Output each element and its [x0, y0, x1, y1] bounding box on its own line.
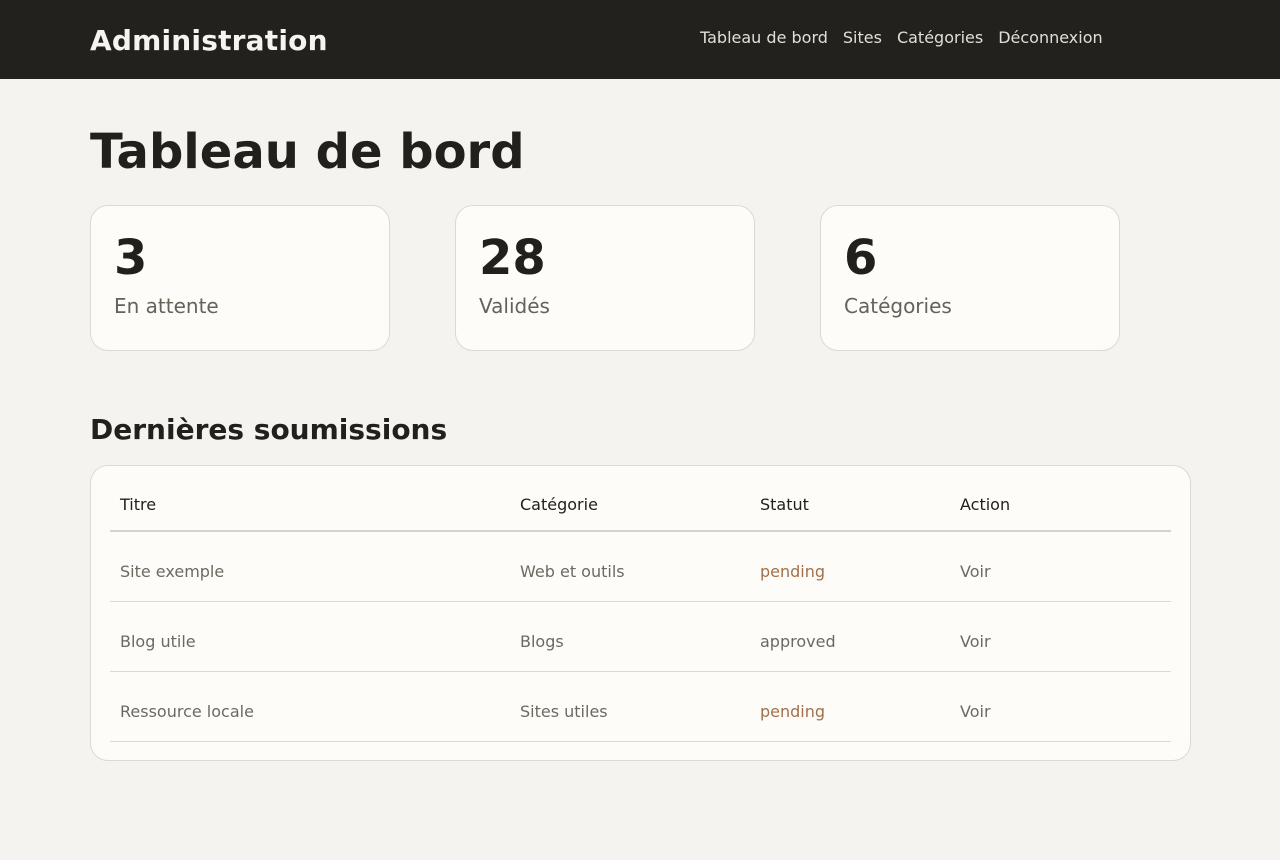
section-title: Dernières soumissions: [90, 413, 448, 446]
view-link[interactable]: Voir: [960, 562, 991, 581]
brand-title: Administration: [90, 24, 328, 57]
nav-link-dashboard[interactable]: Tableau de bord: [700, 28, 828, 47]
stat-value: 6: [844, 230, 878, 286]
stat-card-pending: 3 En attente: [90, 205, 390, 351]
nav-link-logout[interactable]: Déconnexion: [998, 28, 1102, 47]
stat-value: 28: [479, 230, 546, 286]
top-navbar: Administration Tableau de bord Sites Cat…: [0, 0, 1280, 79]
row-title: Blog utile: [120, 632, 196, 651]
view-link[interactable]: Voir: [960, 702, 991, 721]
nav-link-sites[interactable]: Sites: [843, 28, 882, 47]
stat-label: Catégories: [844, 294, 952, 318]
stat-label: Validés: [479, 294, 550, 318]
stat-label: En attente: [114, 294, 219, 318]
page-title: Tableau de bord: [90, 124, 525, 180]
row-status: approved: [760, 632, 836, 651]
column-header-action: Action: [960, 495, 1011, 514]
column-header-category: Catégorie: [520, 495, 598, 514]
submissions-table: Titre Catégorie Statut Action Site exemp…: [90, 465, 1191, 761]
column-header-status: Statut: [760, 495, 809, 514]
row-status: pending: [760, 562, 826, 581]
main-nav: Tableau de bord Sites Catégories Déconne…: [700, 28, 1103, 47]
stat-card-categories: 6 Catégories: [820, 205, 1120, 351]
table-row: Ressource locale Sites utiles pending Vo…: [110, 672, 1171, 742]
row-category: Sites utiles: [520, 702, 608, 721]
row-status: pending: [760, 702, 826, 721]
row-category: Web et outils: [520, 562, 625, 581]
row-title: Ressource locale: [120, 702, 254, 721]
view-link[interactable]: Voir: [960, 632, 991, 651]
table-row: Blog utile Blogs approved Voir: [110, 602, 1171, 672]
stat-value: 3: [114, 230, 148, 286]
row-title: Site exemple: [120, 562, 225, 581]
table-header: Titre Catégorie Statut Action: [110, 466, 1171, 532]
table-row: Site exemple Web et outils pending Voir: [110, 532, 1171, 602]
row-category: Blogs: [520, 632, 564, 651]
nav-link-categories[interactable]: Catégories: [897, 28, 983, 47]
stat-card-approved: 28 Validés: [455, 205, 755, 351]
column-header-title: Titre: [120, 495, 157, 514]
